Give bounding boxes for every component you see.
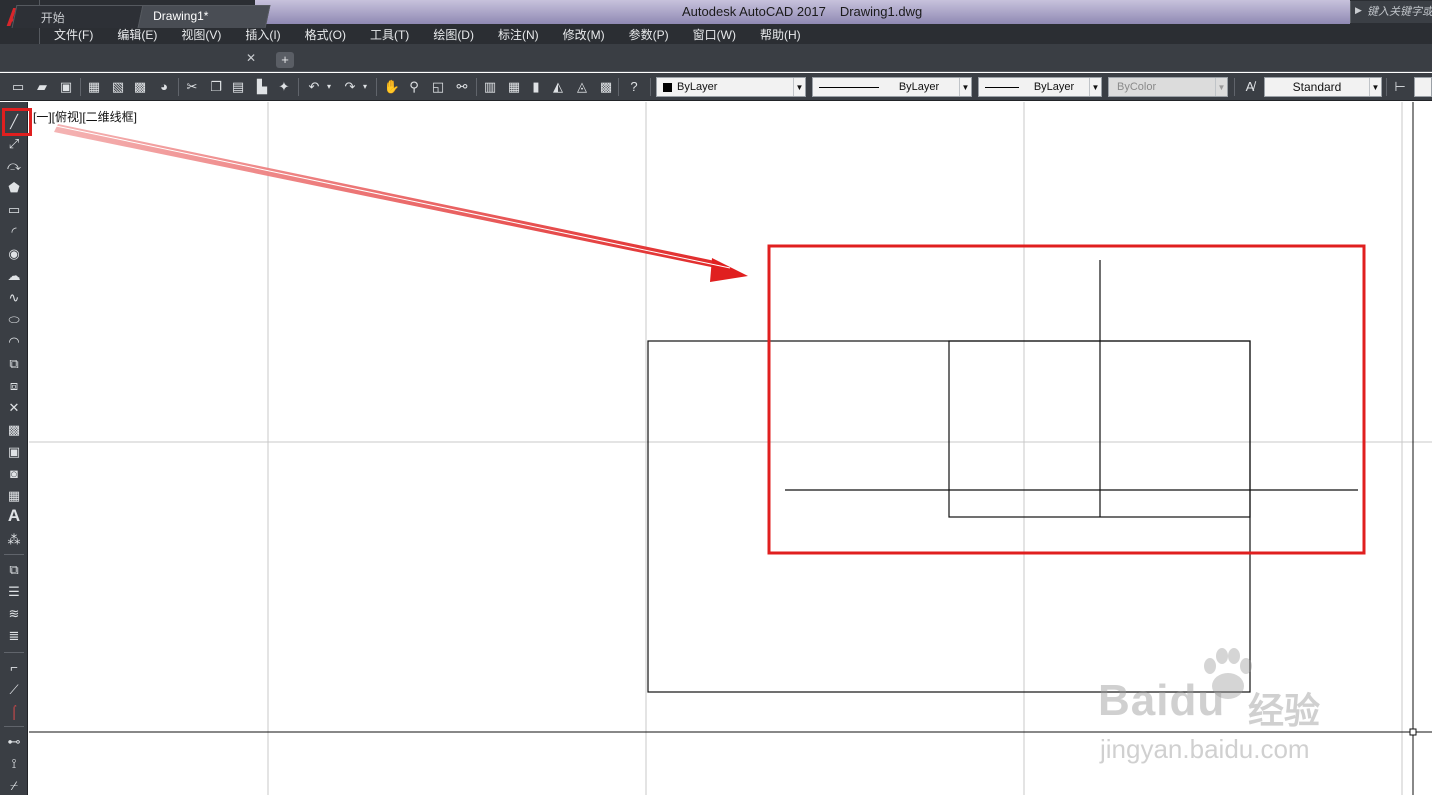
ellipse-icon[interactable]: ⬭: [4, 310, 24, 330]
layer-states-icon[interactable]: ☰: [4, 582, 24, 602]
spline-icon[interactable]: ∿: [4, 288, 24, 308]
polygon-icon[interactable]: ⬟: [4, 178, 24, 198]
construction-line-icon[interactable]: ⤢: [4, 134, 24, 154]
arc-icon[interactable]: ◜: [4, 222, 24, 242]
pickbox: [1409, 728, 1417, 736]
layer-isolate-icon[interactable]: ≣: [4, 626, 24, 646]
join-icon[interactable]: ⊷: [4, 732, 24, 752]
add-selected-icon[interactable]: ⁂: [4, 530, 24, 550]
explode-icon[interactable]: ⟟: [4, 754, 24, 774]
viewport-controls[interactable]: [一][俯视][二维线框]: [33, 108, 137, 125]
circle-icon[interactable]: ◉: [4, 244, 24, 264]
gradient-icon[interactable]: ▣: [4, 442, 24, 462]
fillet-icon[interactable]: ⌐: [4, 658, 24, 678]
break-icon[interactable]: ⌿: [4, 776, 24, 795]
annotation-highlight-box: [767, 244, 1366, 555]
crosshair-cursor: [29, 102, 1432, 795]
line-tool-highlight: [2, 108, 32, 136]
point-icon[interactable]: ✕: [4, 398, 24, 418]
revision-cloud-icon[interactable]: ☁: [4, 266, 24, 286]
grid-lines: [29, 102, 1432, 795]
draw-toolbar: ╱ ⤢ ⤼ ⬟ ▭ ◜ ◉ ☁ ∿ ⬭ ◠ ⧉ ⧈ ✕ ▩ ▣ ◙ ▦ A ⁂ …: [0, 102, 28, 795]
annotation-arrow: [54, 124, 748, 282]
layer-previous-icon[interactable]: ≋: [4, 604, 24, 624]
make-block-icon[interactable]: ⧈: [4, 376, 24, 396]
region-icon[interactable]: ◙: [4, 464, 24, 484]
chamfer-icon[interactable]: ⟋: [4, 680, 24, 700]
hatch-icon[interactable]: ▩: [4, 420, 24, 440]
multiline-text-icon[interactable]: A: [4, 506, 24, 526]
blend-curves-icon[interactable]: ⌠: [4, 702, 24, 722]
ellipse-arc-icon[interactable]: ◠: [4, 332, 24, 352]
polyline-icon[interactable]: ⤼: [4, 156, 24, 176]
model-space-drawing: [29, 102, 1432, 795]
layer-icon[interactable]: ⧉: [4, 560, 24, 580]
insert-block-icon[interactable]: ⧉: [4, 354, 24, 374]
rectangle-icon[interactable]: ▭: [4, 200, 24, 220]
table-icon[interactable]: ▦: [4, 486, 24, 506]
drawn-geometry: [647, 260, 1358, 693]
